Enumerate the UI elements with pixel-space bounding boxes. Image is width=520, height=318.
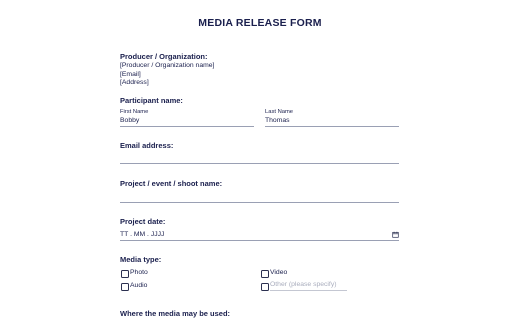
producer-name: [Producer / Organization name] — [120, 62, 215, 69]
project-name-field[interactable] — [120, 192, 399, 203]
producer-label: Producer / Organization: — [120, 52, 208, 61]
email-label: Email address: — [120, 141, 174, 150]
date-placeholder: TT . MM . JJJJ — [120, 231, 165, 238]
last-name-label: Last Name — [265, 109, 294, 115]
checkbox-audio[interactable] — [121, 283, 129, 291]
other-specify-input[interactable]: Other (please specify) — [270, 280, 347, 291]
option-label-video: Video — [270, 269, 288, 276]
email-field[interactable] — [120, 153, 399, 164]
calendar-icon[interactable] — [392, 231, 399, 238]
first-name-input[interactable]: Bobby — [120, 116, 254, 127]
producer-address: [Address] — [120, 79, 149, 87]
project-date-field[interactable]: TT . MM . JJJJ — [120, 230, 399, 241]
participant-label: Participant name: — [120, 96, 183, 105]
last-name-input[interactable]: Thomas — [265, 116, 399, 127]
checkbox-other[interactable] — [261, 283, 269, 291]
option-label-audio: Audio — [130, 282, 148, 289]
media-type-label: Media type: — [120, 255, 162, 264]
producer-email: [Email] — [120, 70, 141, 78]
form-title: MEDIA RELEASE FORM — [198, 17, 322, 29]
project-name-label: Project / event / shoot name: — [120, 179, 223, 188]
option-label-photo: Photo — [130, 269, 148, 276]
producer-section: Producer / Organization: [Producer / Org… — [120, 52, 400, 88]
checkbox-photo[interactable] — [121, 270, 129, 278]
checkbox-video[interactable] — [261, 270, 269, 278]
project-date-label: Project date: — [120, 217, 166, 226]
first-name-label: First Name — [120, 109, 149, 115]
